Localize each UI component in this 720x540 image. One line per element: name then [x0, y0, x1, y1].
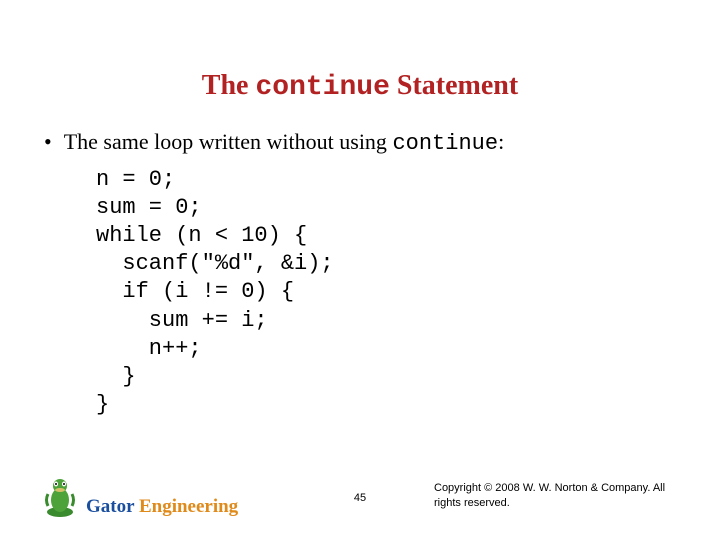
brand-text: Gator Engineering	[86, 496, 238, 518]
bullet-pre: The same loop written without using	[64, 129, 393, 154]
bullet-code: continue	[392, 131, 498, 156]
copyright-text: Copyright © 2008 W. W. Norton & Company.…	[434, 481, 684, 510]
title-pre: The	[202, 70, 256, 101]
title-post: Statement	[390, 70, 518, 101]
gator-icon	[42, 476, 78, 518]
bullet-text: The same loop written without using cont…	[64, 127, 504, 160]
brand-logo: Gator Engineering	[42, 476, 238, 518]
code-block: n = 0; sum = 0; while (n < 10) { scanf("…	[96, 166, 680, 419]
bullet-item: • The same loop written without using co…	[44, 127, 680, 160]
title-code: continue	[255, 72, 389, 103]
brand-word-1: Gator	[86, 496, 139, 517]
footer: Gator Engineering 45 Copyright © 2008 W.…	[0, 470, 720, 518]
bullet-dot: •	[44, 127, 52, 158]
brand-word-2: Engineering	[139, 496, 238, 517]
page-number: 45	[354, 492, 366, 504]
slide-title: The continue Statement	[40, 70, 680, 103]
bullet-post: :	[498, 129, 504, 154]
slide: The continue Statement • The same loop w…	[0, 0, 720, 540]
